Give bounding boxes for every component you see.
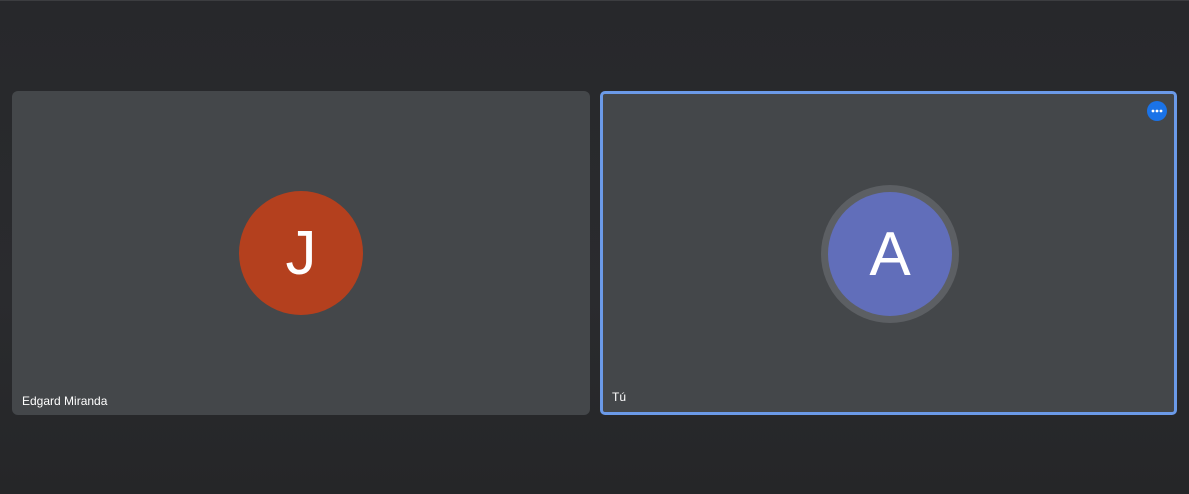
participant-name: Tú — [612, 390, 627, 404]
participant-avatar: A — [828, 192, 952, 316]
speaking-ring: A — [821, 185, 959, 323]
more-options-button[interactable] — [1147, 101, 1167, 121]
participant-tile-edgard-miranda[interactable]: J Edgard Miranda — [12, 91, 590, 415]
participant-avatar: J — [239, 191, 363, 315]
more-horizontal-icon — [1151, 109, 1163, 113]
participant-tile-self[interactable]: A Tú — [600, 91, 1177, 415]
participant-name: Edgard Miranda — [22, 394, 108, 408]
top-divider — [0, 0, 1189, 1]
